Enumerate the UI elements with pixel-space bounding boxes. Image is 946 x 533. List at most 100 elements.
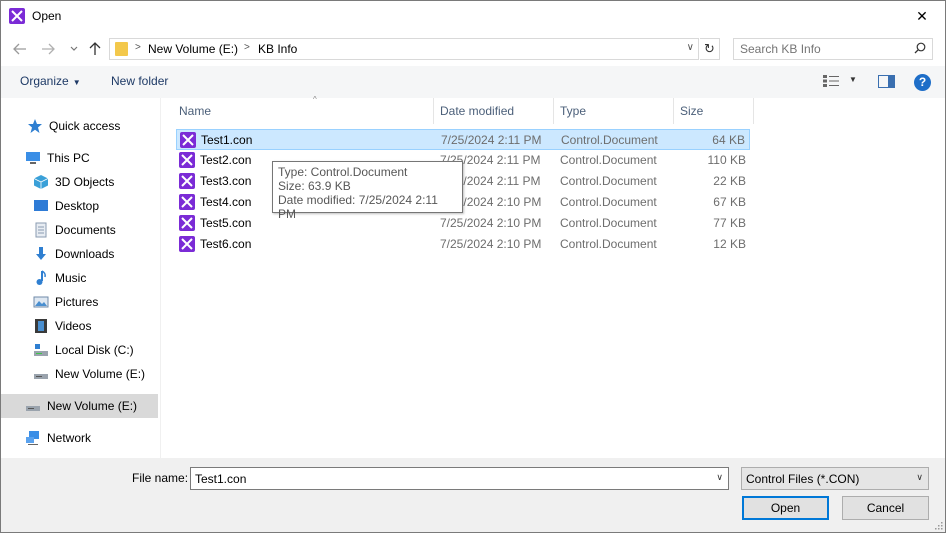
file-name-combobox[interactable]: ∨ bbox=[190, 467, 729, 490]
control-document-icon bbox=[179, 236, 195, 252]
file-row[interactable]: Test6.con 7/25/2024 2:10 PM Control.Docu… bbox=[176, 234, 750, 255]
documents-icon bbox=[35, 222, 47, 238]
column-header-date-modified[interactable]: Date modified bbox=[434, 98, 554, 124]
file-size: 64 KB bbox=[712, 133, 745, 147]
recent-locations-button[interactable] bbox=[65, 41, 83, 57]
sidebar-item-new-volume-e-root[interactable]: New Volume (E:) bbox=[1, 394, 158, 418]
navigation-pane: Quick access This PC 3D Objects Desktop … bbox=[1, 98, 161, 458]
file-name: Test3.con bbox=[200, 174, 252, 188]
back-button[interactable] bbox=[11, 41, 29, 57]
sidebar-item-downloads[interactable]: Downloads bbox=[1, 242, 158, 266]
sidebar-item-videos[interactable]: Videos bbox=[1, 314, 158, 338]
preview-pane-icon[interactable] bbox=[878, 75, 895, 88]
file-name: Test2.con bbox=[200, 153, 252, 167]
file-row[interactable]: Test1.con 7/25/2024 2:11 PM Control.Docu… bbox=[176, 129, 750, 150]
search-box[interactable] bbox=[733, 38, 933, 60]
view-options-icon[interactable] bbox=[823, 75, 839, 87]
file-size: 77 KB bbox=[713, 216, 746, 230]
control-document-icon bbox=[180, 132, 196, 148]
sidebar-item-desktop[interactable]: Desktop bbox=[1, 194, 158, 218]
forward-button[interactable] bbox=[39, 41, 57, 57]
help-icon[interactable]: ? bbox=[914, 74, 931, 91]
column-header-size[interactable]: Size bbox=[674, 98, 754, 124]
arrow-up-icon bbox=[89, 42, 101, 55]
file-size: 22 KB bbox=[713, 174, 746, 188]
up-button[interactable] bbox=[86, 41, 104, 57]
address-dropdown-icon[interactable]: ∨ bbox=[687, 42, 694, 53]
chevron-right-icon: > bbox=[135, 42, 141, 53]
file-row[interactable]: Test5.con 7/25/2024 2:10 PM Control.Docu… bbox=[176, 213, 750, 234]
folder-icon bbox=[115, 42, 128, 56]
arrow-right-icon bbox=[42, 43, 55, 55]
control-document-icon bbox=[179, 194, 195, 210]
file-row[interactable]: Test2.con 7/25/2024 2:11 PM Control.Docu… bbox=[176, 150, 750, 171]
videos-icon bbox=[35, 319, 47, 333]
close-button[interactable]: ✕ bbox=[899, 1, 945, 32]
sidebar-item-music[interactable]: Music bbox=[1, 266, 158, 290]
close-icon: ✕ bbox=[916, 8, 928, 24]
file-type-filter-value: Control Files (*.CON) bbox=[746, 472, 860, 486]
tooltip-size: Size: 63.9 KB bbox=[278, 179, 351, 193]
refresh-icon: ↻ bbox=[704, 41, 715, 56]
app-icon bbox=[9, 8, 25, 24]
address-bar[interactable]: > New Volume (E:) > KB Info ∨ bbox=[109, 38, 699, 60]
file-name-input[interactable] bbox=[195, 471, 705, 487]
control-document-icon bbox=[179, 152, 195, 168]
file-size: 12 KB bbox=[713, 237, 746, 251]
pictures-icon bbox=[33, 296, 49, 308]
sidebar-item-this-pc[interactable]: This PC bbox=[1, 146, 158, 170]
file-type: Control.Document bbox=[560, 216, 657, 230]
file-list: ^ Name Date modified Type Size Test1.con… bbox=[161, 95, 945, 458]
tooltip-date-modified: Date modified: 7/25/2024 2:11 PM bbox=[278, 193, 438, 221]
file-date: 7/25/2024 2:10 PM bbox=[440, 237, 542, 251]
drive-icon bbox=[34, 344, 48, 356]
breadcrumb-new-volume[interactable]: New Volume (E:) bbox=[148, 42, 238, 56]
column-header-name[interactable]: ^ Name bbox=[173, 95, 434, 124]
computer-icon bbox=[26, 152, 40, 164]
file-row[interactable]: Test4.con 7/25/2024 2:10 PM Control.Docu… bbox=[176, 192, 750, 213]
view-dropdown-icon[interactable]: ▼ bbox=[849, 75, 857, 84]
file-date: 7/25/2024 2:11 PM bbox=[441, 133, 542, 147]
organize-button[interactable]: Organize ▼ bbox=[20, 74, 81, 88]
sidebar-item-network[interactable]: Network bbox=[1, 426, 158, 450]
cube-icon bbox=[33, 175, 49, 189]
sidebar-item-pictures[interactable]: Pictures bbox=[1, 290, 158, 314]
music-icon bbox=[36, 270, 46, 285]
file-row[interactable]: Test3.con 7/25/2024 2:11 PM Control.Docu… bbox=[176, 171, 750, 192]
drive-icon bbox=[26, 406, 40, 411]
chevron-down-icon[interactable]: ∨ bbox=[716, 472, 723, 483]
new-folder-button[interactable]: New folder bbox=[111, 74, 168, 88]
file-type-filter-select[interactable]: Control Files (*.CON) ∨ bbox=[741, 467, 929, 490]
tooltip-type: Type: Control.Document bbox=[278, 165, 408, 179]
download-icon bbox=[36, 247, 46, 260]
breadcrumb-kb-info[interactable]: KB Info bbox=[258, 42, 297, 56]
sidebar-item-documents[interactable]: Documents bbox=[1, 218, 158, 242]
refresh-button[interactable]: ↻ bbox=[700, 38, 720, 60]
chevron-down-icon: ∨ bbox=[916, 472, 923, 482]
file-type: Control.Document bbox=[561, 133, 658, 147]
desktop-icon bbox=[34, 200, 48, 211]
column-header-type[interactable]: Type bbox=[554, 98, 674, 124]
open-button[interactable]: Open bbox=[742, 496, 829, 520]
file-name-label: File name: bbox=[132, 471, 189, 485]
file-name: Test6.con bbox=[200, 237, 252, 251]
resize-grip-icon[interactable] bbox=[933, 520, 943, 530]
file-tooltip: Type: Control.Document Size: 63.9 KB Dat… bbox=[272, 161, 463, 221]
file-type: Control.Document bbox=[560, 237, 657, 251]
command-bar: Organize ▼ New folder ▼ ? bbox=[1, 66, 945, 98]
file-name: Test4.con bbox=[200, 195, 252, 209]
sidebar-item-new-volume-e[interactable]: New Volume (E:) bbox=[1, 362, 158, 386]
cancel-button[interactable]: Cancel bbox=[842, 496, 929, 520]
sidebar-item-3d-objects[interactable]: 3D Objects bbox=[1, 170, 158, 194]
sidebar-item-local-disk-c[interactable]: Local Disk (C:) bbox=[1, 338, 158, 362]
sort-ascending-icon: ^ bbox=[313, 95, 317, 104]
file-name: Test5.con bbox=[200, 216, 252, 230]
organize-label: Organize bbox=[20, 74, 69, 88]
file-size: 110 KB bbox=[707, 153, 746, 167]
navigation-bar: > New Volume (E:) > KB Info ∨ ↻ bbox=[1, 32, 945, 66]
sidebar-item-quick-access[interactable]: Quick access bbox=[1, 114, 158, 138]
window-title: Open bbox=[32, 9, 62, 23]
file-size: 67 KB bbox=[713, 195, 746, 209]
network-icon bbox=[26, 431, 39, 445]
search-input[interactable] bbox=[740, 41, 910, 57]
